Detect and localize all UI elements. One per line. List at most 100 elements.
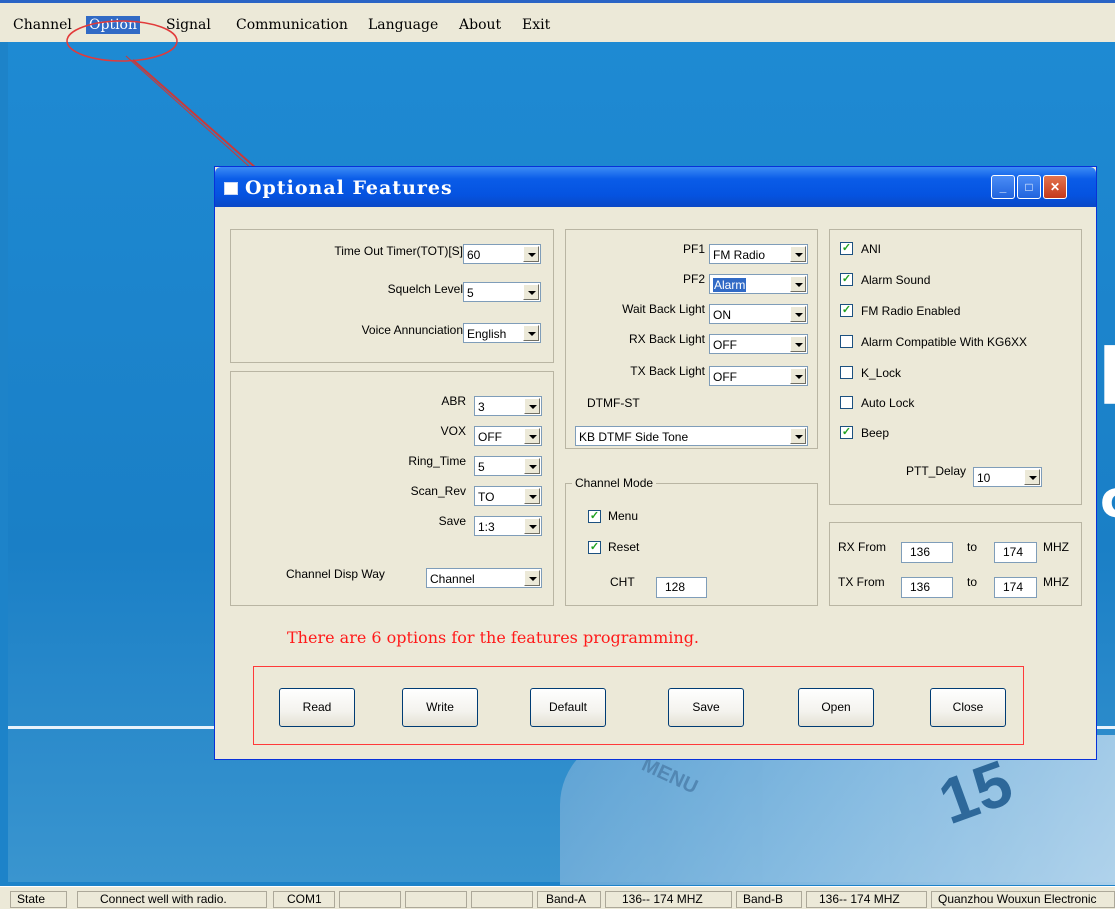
beep-label: Beep (861, 426, 890, 440)
wait-back-light-label: Wait Back Light (622, 302, 705, 316)
scan-rev-label: Scan_Rev (410, 484, 466, 498)
fm-radio-checkbox[interactable]: ✓ (840, 304, 853, 317)
rx-to-label: to (967, 540, 978, 554)
channel-mode-legend: Channel Mode (572, 476, 657, 490)
status-range-b: 136-- 174 MHZ (806, 891, 927, 908)
default-button[interactable]: Default (530, 688, 606, 727)
rx-back-light-select[interactable]: OFF (709, 334, 808, 354)
abr-select[interactable]: 3 (474, 396, 542, 416)
channel-mode-group: Channel Mode ✓ Menu ✓ Reset CHT 128 (565, 476, 818, 606)
status-empty-3 (471, 891, 533, 908)
chevron-down-icon (524, 518, 540, 534)
pf2-label: PF2 (682, 272, 705, 286)
tx-unit-label: MHZ (1043, 575, 1069, 589)
minimize-icon[interactable]: _ (991, 175, 1015, 199)
save-select[interactable]: 1:3 (474, 516, 542, 536)
annotation-text: There are 6 options for the features pro… (287, 628, 700, 647)
rx-from-input[interactable]: 136 (901, 542, 953, 563)
alarm-sound-label: Alarm Sound (861, 273, 931, 287)
menu-checkbox-label: Menu (608, 509, 639, 523)
pf1-select[interactable]: FM Radio (709, 244, 808, 264)
tx-from-label: TX From (838, 575, 885, 589)
chevron-down-icon (523, 325, 539, 341)
reset-checkbox[interactable]: ✓ (588, 541, 601, 554)
chevron-down-icon (790, 276, 806, 292)
maximize-icon[interactable]: □ (1017, 175, 1041, 199)
rx-to-input[interactable]: 174 (994, 542, 1037, 563)
ptt-delay-select[interactable]: 10 (973, 467, 1042, 487)
close-icon[interactable]: ✕ (1043, 175, 1067, 199)
status-bar: State Connect well with radio. COM1 Band… (0, 886, 1115, 909)
chevron-down-icon (524, 398, 540, 414)
tx-back-light-select[interactable]: OFF (709, 366, 808, 386)
cht-input[interactable]: 128 (656, 577, 707, 598)
status-band-a: Band-A (537, 891, 601, 908)
scan-rev-select[interactable]: TO (474, 486, 542, 506)
status-port: COM1 (273, 891, 335, 908)
optional-features-dialog: Optional Features _ □ ✕ Time Out Timer(T… (214, 166, 1097, 760)
read-button[interactable]: Read (279, 688, 355, 727)
rx-from-label: RX From (838, 540, 886, 554)
abr-label: ABR (441, 394, 466, 408)
channel-disp-label: Channel Disp Way (286, 567, 385, 581)
k-lock-checkbox[interactable] (840, 366, 853, 379)
ani-checkbox[interactable]: ✓ (840, 242, 853, 255)
wait-back-light-select[interactable]: ON (709, 304, 808, 324)
tx-to-input[interactable]: 174 (994, 577, 1037, 598)
vox-select[interactable]: OFF (474, 426, 542, 446)
function-keys-group: PF1 FM Radio PF2 Alarm Wait Back Light O… (565, 229, 818, 449)
voice-select[interactable]: English (463, 323, 541, 343)
beep-checkbox[interactable]: ✓ (840, 426, 853, 439)
open-button[interactable]: Open (798, 688, 874, 727)
auto-lock-checkbox[interactable] (840, 396, 853, 409)
ptt-delay-label: PTT_Delay (906, 464, 967, 478)
chevron-down-icon (790, 336, 806, 352)
window-icon (224, 182, 238, 195)
status-empty-2 (405, 891, 467, 908)
title-bar[interactable]: Optional Features _ □ ✕ (215, 167, 1096, 207)
chevron-down-icon (790, 306, 806, 322)
write-button[interactable]: Write (402, 688, 478, 727)
channel-disp-select[interactable]: Channel (426, 568, 542, 588)
dtmf-st-select[interactable]: KB DTMF Side Tone (575, 426, 808, 446)
tx-from-input[interactable]: 136 (901, 577, 953, 598)
alarm-sound-checkbox[interactable]: ✓ (840, 273, 853, 286)
kg6xx-checkbox[interactable] (840, 335, 853, 348)
reset-checkbox-label: Reset (608, 540, 640, 554)
status-state: State (10, 891, 67, 908)
cht-label: CHT (610, 575, 635, 589)
squelch-select[interactable]: 5 (463, 282, 541, 302)
window-title: Optional Features (245, 177, 453, 199)
vox-label: VOX (440, 424, 466, 438)
status-band-b: Band-B (736, 891, 802, 908)
close-button[interactable]: Close (930, 688, 1006, 727)
rx-unit-label: MHZ (1043, 540, 1069, 554)
rx-back-light-label: RX Back Light (628, 332, 705, 346)
menu-checkbox[interactable]: ✓ (588, 510, 601, 523)
timer-group: Time Out Timer(TOT)[S] 60 Squelch Level … (230, 229, 554, 363)
k-lock-label: K_Lock (861, 366, 902, 380)
voice-label: Voice Annunciation (361, 323, 463, 337)
auto-lock-label: Auto Lock (861, 396, 915, 410)
status-message: Connect well with radio. (77, 891, 267, 908)
chevron-down-icon (523, 284, 539, 300)
ring-time-select[interactable]: 5 (474, 456, 542, 476)
save-label: Save (438, 514, 466, 528)
misc-group: ABR 3 VOX OFF Ring_Time 5 Scan_Rev TO Sa… (230, 371, 554, 606)
tx-back-light-label: TX Back Light (630, 364, 705, 378)
squelch-label: Squelch Level (387, 282, 463, 296)
chevron-down-icon (523, 246, 539, 262)
fm-radio-label: FM Radio Enabled (861, 304, 961, 318)
frequency-group: RX From 136 to 174 MHZ TX From 136 to 17… (829, 522, 1082, 606)
pf2-select[interactable]: Alarm (709, 274, 808, 294)
chevron-down-icon (790, 368, 806, 384)
chevron-down-icon (790, 246, 806, 262)
ring-time-label: Ring_Time (408, 454, 466, 468)
save-button[interactable]: Save (668, 688, 744, 727)
annotation-circle (66, 20, 178, 62)
chevron-down-icon (524, 570, 540, 586)
status-company: Quanzhou Wouxun Electronic (931, 891, 1115, 908)
dtmf-st-label: DTMF-ST (587, 396, 640, 410)
tot-select[interactable]: 60 (463, 244, 541, 264)
annotation-box (253, 666, 1024, 745)
